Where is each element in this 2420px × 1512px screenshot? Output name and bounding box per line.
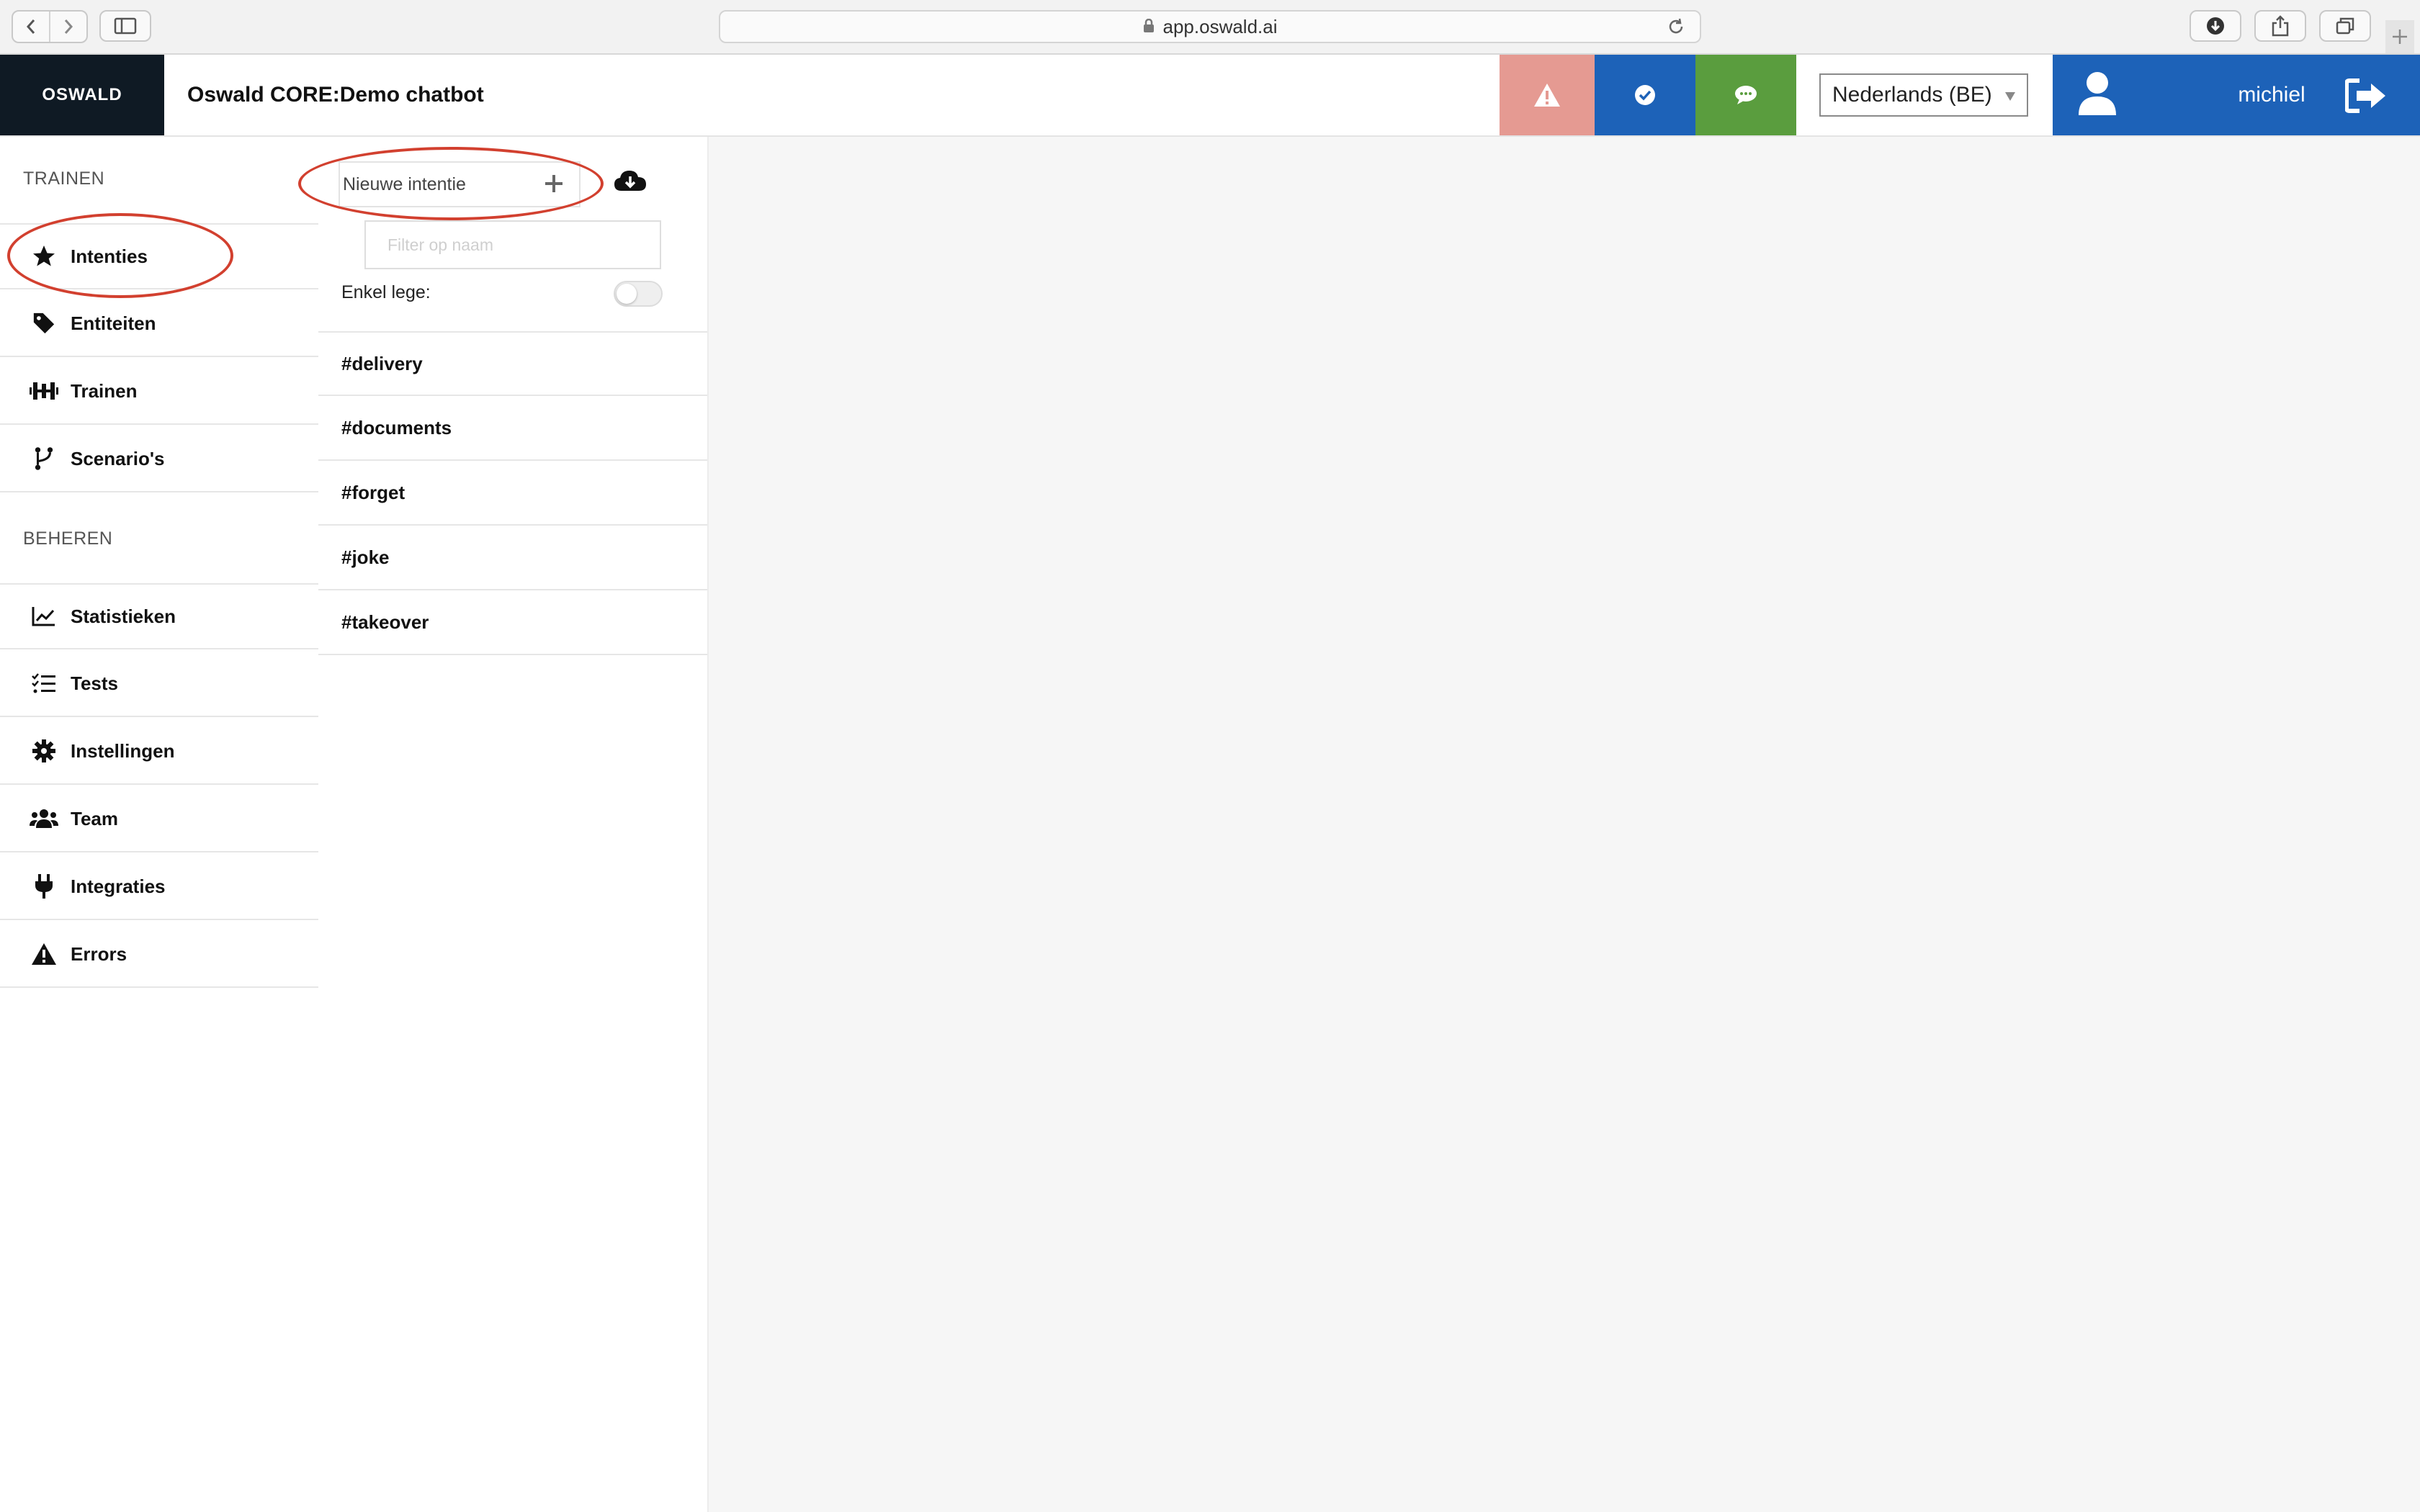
user-name[interactable]: michiel <box>2200 55 2344 135</box>
language-select[interactable]: Nederlands (BE) <box>1819 73 2028 117</box>
branch-icon <box>29 444 59 474</box>
plus-icon <box>542 171 566 201</box>
user-bar: michiel <box>2053 55 2420 135</box>
address-bar[interactable]: app.oswald.ai <box>719 10 1701 43</box>
browser-nav-buttons <box>12 10 88 43</box>
empty-only-label: Enkel lege: <box>341 282 431 302</box>
empty-only-toggle[interactable] <box>614 281 663 307</box>
sidebar-item-tests[interactable]: Tests <box>0 651 318 717</box>
sidebar-item-intenties[interactable]: Intenties <box>0 223 318 289</box>
cloud-download-icon[interactable] <box>614 168 647 197</box>
alert-button[interactable] <box>1500 55 1595 135</box>
sidebar-item-label: Integraties <box>71 875 166 897</box>
new-intent-label: Nieuwe intentie <box>343 174 466 194</box>
lock-icon <box>1143 16 1155 38</box>
share-icon[interactable] <box>2254 10 2306 42</box>
tabs-overview-icon[interactable] <box>2319 10 2371 42</box>
sidebar-item-label: Trainen <box>71 379 138 402</box>
download-icon[interactable] <box>2190 10 2241 42</box>
check-circle-icon <box>1635 85 1655 105</box>
page-title: Oswald CORE:Demo chatbot <box>187 83 484 107</box>
sidebar-item-errors[interactable]: Errors <box>0 922 318 988</box>
section-heading-manage: BEHEREN <box>23 528 113 549</box>
check-button[interactable] <box>1595 55 1695 135</box>
warning-icon <box>29 939 59 969</box>
intent-item-joke[interactable]: #joke <box>318 526 707 590</box>
main-content <box>709 137 2420 1512</box>
chat-button[interactable] <box>1695 55 1796 135</box>
sidebar-item-label: Errors <box>71 942 127 965</box>
new-intent-button[interactable]: Nieuwe intentie <box>339 161 581 207</box>
sidebar-item-label: Tests <box>71 672 118 694</box>
sidebar-item-label: Entiteiten <box>71 312 156 334</box>
sidebar-item-label: Intenties <box>71 245 148 267</box>
sidebar-item-label: Statistieken <box>71 605 176 627</box>
avatar-icon[interactable] <box>2077 71 2118 120</box>
dumbbell-icon <box>29 376 59 406</box>
sidebar-item-team[interactable]: Team <box>0 786 318 852</box>
sidebar-item-label: Team <box>71 807 118 829</box>
browser-toolbar: app.oswald.ai <box>0 0 2420 55</box>
toggle-knob <box>617 284 637 304</box>
plug-icon <box>29 871 59 901</box>
reload-icon[interactable] <box>1667 17 1685 41</box>
filter-input[interactable] <box>364 220 661 269</box>
oswald-logo[interactable]: OSWALD <box>0 55 164 135</box>
chevron-down-icon <box>2004 86 2017 111</box>
sidebar-item-instellingen[interactable]: Instellingen <box>0 719 318 785</box>
list-check-icon <box>29 668 59 698</box>
sidebar-item-integraties[interactable]: Integraties <box>0 854 318 920</box>
tag-icon <box>29 308 59 338</box>
intent-item-forget[interactable]: #forget <box>318 461 707 526</box>
new-tab-icon[interactable] <box>2385 20 2414 53</box>
users-icon <box>29 804 59 834</box>
sidebar-item-entiteiten[interactable]: Entiteiten <box>0 291 318 357</box>
app-header: OSWALD Oswald CORE:Demo chatbot Nederlan… <box>0 55 2420 137</box>
intent-item-delivery[interactable]: #delivery <box>318 331 707 396</box>
back-icon[interactable] <box>13 12 49 42</box>
sidebar-item-statistieken[interactable]: Statistieken <box>0 583 318 649</box>
sidebar-item-trainen[interactable]: Trainen <box>0 359 318 425</box>
star-icon <box>29 241 59 271</box>
warning-icon <box>1534 84 1560 107</box>
url-text: app.oswald.ai <box>1162 15 1278 37</box>
sidebar-item-label: Scenario's <box>71 447 165 469</box>
chart-icon <box>29 601 59 631</box>
intent-item-documents[interactable]: #documents <box>318 396 707 461</box>
sidebar-item-label: Instellingen <box>71 739 175 762</box>
chat-bubble-icon <box>1735 86 1757 104</box>
section-heading-train: TRAINEN <box>23 168 105 189</box>
sidebar-item-scenarios[interactable]: Scenario's <box>0 426 318 492</box>
forward-icon[interactable] <box>49 12 86 42</box>
logout-icon[interactable] <box>2344 78 2388 117</box>
gear-icon <box>29 736 59 766</box>
sidebar: TRAINEN Intenties Entiteiten Trainen Sce… <box>0 137 318 1512</box>
language-value: Nederlands (BE) <box>1832 83 1992 107</box>
sidebar-toggle-icon[interactable] <box>99 10 151 42</box>
intent-item-takeover[interactable]: #takeover <box>318 590 707 655</box>
